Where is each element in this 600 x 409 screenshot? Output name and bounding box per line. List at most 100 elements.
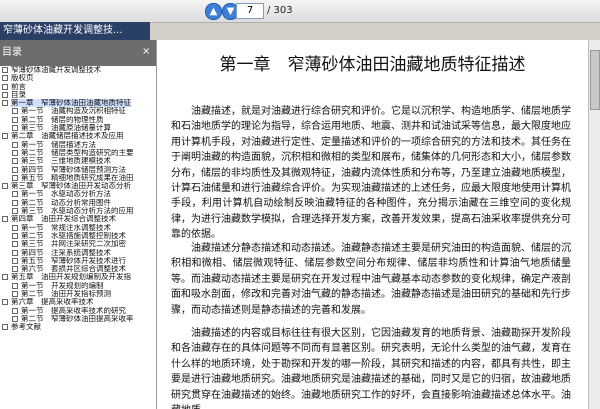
bookmark-item[interactable]: 第四章 油田开发综合调整技术 [0,215,156,223]
bookmark-item[interactable]: 版权页 [0,74,156,82]
bookmark-label: 版权页 [11,74,34,83]
bookmark-item[interactable]: 第二节 动态分析常用图件 [0,199,156,207]
bookmark-page-icon [12,108,18,115]
bookmark-page-icon [2,216,8,223]
bookmark-label: 第一节 开发规划的编制 [21,281,104,290]
bookmarks-panel: 目录 × 窄薄砂体油藏开发调整技术 版权页 前言 目录 第一章 窄薄砂体油田油藏地质特征… [0,40,157,409]
bookmark-page-icon [2,67,8,73]
bookmark-label: 第三节 油藏原油储量计算 [21,124,111,133]
arrow-up-icon: ▲ [209,6,218,17]
bookmark-item[interactable]: 第一节 油藏构造及沉积相特征 [0,107,156,115]
bookmark-page-icon [2,91,8,98]
bookmark-item[interactable]: 第二节 储层的物理性质 [0,116,156,124]
bookmark-label: 第二节 油田开发指标预测 [21,290,111,299]
bookmark-label: 第二节 水驱措施调整控制技术 [21,231,126,240]
bookmark-item[interactable]: 目录 [0,91,156,99]
bookmark-label: 第三章 窄薄砂体油田开发动态分析 [11,182,131,191]
bookmark-page-icon [12,257,18,264]
bookmark-page-icon [12,125,18,132]
bookmark-page-icon [12,116,18,123]
bookmark-page-icon [2,274,8,281]
bookmark-label: 窄薄砂体油藏开发调整技术 [11,66,101,74]
bookmark-page-icon [12,249,18,256]
bookmark-item[interactable]: 第二章 油藏储层描述技术及应用 [0,132,156,140]
bookmark-page-icon [12,282,18,289]
bookmark-page-icon [12,166,18,173]
bookmark-label: 第六章 提高采收率技术 [11,298,94,307]
bookmark-page-icon [12,307,18,314]
document-tab[interactable]: 窄薄砂体油藏开发调整技... [0,22,150,40]
page-up-button[interactable]: ▲ [205,3,222,20]
toolbar: ▲ ▼ / 303 [0,0,600,23]
bookmark-page-icon [2,83,8,90]
bookmark-item[interactable]: 第二节 水驱措施调整控制技术 [0,232,156,240]
bookmark-item[interactable]: 第六节 套损井区综合调整技术 [0,265,156,273]
bookmark-item[interactable]: 第一节 水驱动态分析方法 [0,190,156,198]
bookmark-page-icon [12,174,18,181]
bookmark-item[interactable]: 前言 [0,83,156,91]
bookmark-label: 参考文献 [11,323,41,332]
chapter-title: 第一章 窄薄砂体油田油藏地质特征描述 [219,55,526,75]
bookmark-item[interactable]: 第四节 注采系统调整技术 [0,249,156,257]
bookmark-label: 第一节 常规注水调整技术 [21,223,111,232]
bookmark-item[interactable]: 第六章 提高采收率技术 [0,298,156,306]
bookmark-item[interactable]: 第一节 常规注水调整技术 [0,224,156,232]
bookmark-label: 第二节 储层的物理性质 [21,115,104,124]
paragraph-3: 油藏描述的内容或目标往往有很大区别，它因油藏发育的地质背景、油藏勘探开发阶段和各… [171,328,571,409]
bookmark-item[interactable]: 第五节 精细地质研究成果在油田 [0,174,156,182]
bookmark-item[interactable]: 第一节 提高采收率技术的研究 [0,307,156,315]
bookmark-page-icon [2,75,8,82]
bookmark-label: 第三节 三维地质建模技术 [21,157,111,166]
bookmark-page-icon [12,266,18,273]
bookmark-label: 第六节 套损井区综合调整技术 [21,265,126,274]
bookmark-item[interactable]: 第一节 开发规划的编制 [0,282,156,290]
vertical-scrollbar[interactable] [588,40,600,409]
bookmark-label: 第四节 窄薄砂体储层预测方法 [21,165,126,174]
bookmark-label: 第一章 窄薄砂体油田油藏地质特征 [11,99,131,108]
bookmark-label: 前言 [11,82,26,91]
document-page: 第一章 窄薄砂体油田油藏地质特征描述 油藏描述，就是对油藏进行综合研究和评价。它… [157,40,588,409]
bookmark-page-icon [12,208,18,215]
bookmark-item[interactable]: 第二节 油田开发指标预测 [0,290,156,298]
bookmark-label: 第四节 注采系统调整技术 [21,248,111,257]
bookmark-label: 第三节 井网注采研究二次加密 [21,240,126,249]
bookmark-tree: 窄薄砂体油藏开发调整技术 版权页 前言 目录 第一章 窄薄砂体油田油藏地质特征 第一节 油… [0,66,156,332]
bookmark-item[interactable]: 第三节 油藏原油储量计算 [0,124,156,132]
paragraph-2: 油藏描述分静态描述和动态描述。油藏静态描述主要是研究油田的构造面貌、储层的沉积相… [171,243,571,316]
bookmark-label: 第五节 窄薄砂体开发技术进行 [21,256,126,265]
bookmark-page-icon [12,149,18,156]
bookmark-item[interactable]: 第三节 水驱动态分析方法的应用 [0,207,156,215]
bookmark-item[interactable]: 第四节 窄薄砂体储层预测方法 [0,166,156,174]
bookmark-item[interactable]: 第三节 井网注采研究二次加密 [0,240,156,248]
bookmark-label: 第五节 精细地质研究成果在油田 [21,173,134,182]
bookmark-item[interactable]: 第一章 窄薄砂体油田油藏地质特征 [0,99,156,108]
bookmark-item[interactable]: 参考文献 [0,323,156,331]
bookmark-item[interactable]: 第五节 窄薄砂体开发技术进行 [0,257,156,265]
paragraph-1: 油藏描述，就是对油藏进行综合研究和评价。它是以沉积学、构造地质学、储层地质学和石… [171,106,571,241]
bookmark-label: 第一节 油藏构造及沉积相特征 [21,107,126,116]
bookmark-page-icon [2,299,8,306]
close-icon[interactable]: × [142,46,152,58]
scroll-thumb[interactable] [590,50,600,110]
tab-title: 窄薄砂体油藏开发调整技... [3,25,123,36]
bookmark-item[interactable]: 第三节 三维地质建模技术 [0,157,156,165]
bookmark-label: 第一节 提高采收率技术的研究 [21,306,126,315]
bookmark-label: 第二章 油藏储层描述技术及应用 [11,132,124,141]
bookmark-item[interactable]: 窄薄砂体油藏开发调整技术 [0,66,156,74]
bookmark-item[interactable]: 第三章 窄薄砂体油田开发动态分析 [0,182,156,190]
bookmark-item[interactable]: 第二节 储层类型构造研究的主要 [0,149,156,157]
bookmark-label: 第四章 油田开发综合调整技术 [11,215,116,224]
bookmark-label: 第一节 水驱动态分析方法 [21,190,111,199]
bookmark-label: 第二节 动态分析常用图件 [21,198,111,207]
bookmark-label: 第二节 储层类型构造研究的主要 [21,148,134,157]
arrow-down-icon: ▼ [226,6,235,17]
bookmark-item[interactable]: 第一节 储层描述方法 [0,141,156,149]
bookmark-item[interactable]: 第二节 窄薄砂体油田提高采收率 [0,315,156,323]
bookmark-item[interactable]: 第五章 油田开发规划编制及开发指 [0,273,156,281]
bookmark-page-icon [2,133,8,140]
bookmark-page-icon [12,158,18,165]
bookmark-page-icon [12,241,18,248]
bookmark-label: 第三节 水驱动态分析方法的应用 [21,207,134,216]
page-number-input[interactable] [236,3,264,19]
bookmark-page-icon [12,141,18,148]
